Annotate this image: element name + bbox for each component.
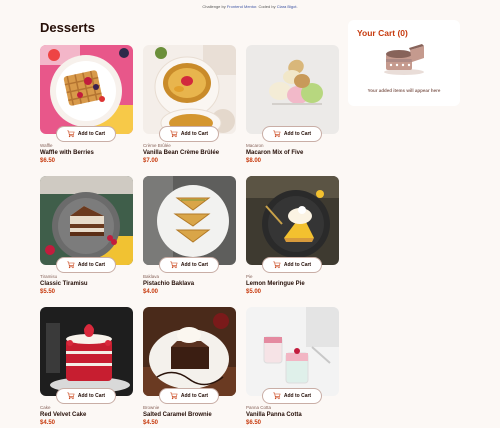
product-name: Vanilla Bean Crème Brûlée [143,150,220,156]
product-price: $7.00 [143,158,159,164]
product-category: Panna Cotta [246,405,272,410]
product-name: Salted Caramel Brownie [143,412,212,418]
cart-plus-icon [170,392,178,400]
product-image-macaron [246,45,339,134]
add-to-cart-label: Add to Cart [180,262,209,268]
add-to-cart-button[interactable]: Add to Cart [56,388,116,404]
product-card: Add to Cart Waffle Waffle with Berries $… [40,45,133,176]
product-card: Add to Cart Brownie Salted Caramel Brown… [143,307,236,428]
add-to-cart-button[interactable]: Add to Cart [262,126,322,142]
product-category: Crème Brûlée [143,143,171,148]
cart-plus-icon [273,392,281,400]
cart-plus-icon [67,261,75,269]
attribution: Challenge by Frontend Mentor. Coded by C… [0,4,500,9]
product-price: $6.50 [40,158,56,164]
product-image-creme-brulee [143,45,236,134]
product-card: Add to Cart Macaron Macaron Mix of Five … [246,45,339,176]
product-grid: Add to Cart Waffle Waffle with Berries $… [40,45,340,428]
product-card: Add to Cart Panna Cotta Vanilla Panna Co… [246,307,339,428]
add-to-cart-button[interactable]: Add to Cart [56,257,116,273]
add-to-cart-button[interactable]: Add to Cart [159,126,219,142]
product-image-baklava [143,176,236,265]
product-card: Add to Cart Baklava Pistachio Baklava $4… [143,176,236,307]
product-category: Waffle [40,143,53,148]
add-to-cart-button[interactable]: Add to Cart [159,388,219,404]
product-image-brownie [143,307,236,396]
product-card: Add to Cart Crème Brûlée Vanilla Bean Cr… [143,45,236,176]
product-price: $5.00 [246,289,262,295]
attribution-middle: . Coded by [256,4,276,9]
add-to-cart-label: Add to Cart [283,131,312,137]
cart-panel: Your Cart (0) Your added items will appe… [348,20,460,106]
product-category: Baklava [143,274,160,279]
cart-empty-message: Your added items will appear here [367,88,441,93]
product-name: Pistachio Baklava [143,281,195,287]
add-to-cart-button[interactable]: Add to Cart [56,126,116,142]
product-category: Tiramisu [40,274,58,279]
empty-cake-illustration [382,42,426,76]
product-name: Vanilla Panna Cotta [246,412,302,418]
product-name: Waffle with Berries [40,150,94,156]
product-image-tiramisu [40,176,133,265]
cart-plus-icon [273,261,281,269]
product-name: Classic Tiramisu [40,281,88,287]
add-to-cart-label: Add to Cart [77,262,106,268]
product-image-waffle [40,45,133,134]
attribution-prefix: Challenge by [202,4,226,9]
product-name: Macaron Mix of Five [246,150,304,156]
product-card: Add to Cart Tiramisu Classic Tiramisu $5… [40,176,133,307]
product-price: $6.50 [246,420,262,426]
add-to-cart-label: Add to Cart [283,393,312,399]
product-section: Desserts Add to Cart Waffle Waffle with … [40,20,340,428]
cart-plus-icon [170,130,178,138]
product-category: Brownie [143,405,160,410]
cart-plus-icon [67,392,75,400]
product-price: $4.00 [143,289,159,295]
cart-plus-icon [67,130,75,138]
product-image-panna-cotta [246,307,339,396]
author-link[interactable]: Clara Bigot [277,4,297,9]
add-to-cart-label: Add to Cart [283,262,312,268]
product-image-red-velvet [40,307,133,396]
add-to-cart-button[interactable]: Add to Cart [262,257,322,273]
product-price: $5.50 [40,289,56,295]
cart-plus-icon [170,261,178,269]
add-to-cart-label: Add to Cart [77,393,106,399]
cart-plus-icon [273,130,281,138]
page-title: Desserts [40,20,95,35]
add-to-cart-button[interactable]: Add to Cart [159,257,219,273]
product-category: Macaron [246,143,264,148]
product-category: Cake [40,405,51,410]
product-price: $4.50 [40,420,56,426]
product-price: $4.50 [143,420,159,426]
product-category: Pie [246,274,253,279]
attribution-suffix: . [296,4,298,9]
add-to-cart-button[interactable]: Add to Cart [262,388,322,404]
product-name: Red Velvet Cake [40,412,87,418]
cart-title: Your Cart (0) [357,28,408,38]
add-to-cart-label: Add to Cart [180,131,209,137]
add-to-cart-label: Add to Cart [180,393,209,399]
product-card: Add to Cart Pie Lemon Meringue Pie $5.00 [246,176,339,307]
product-card: Add to Cart Cake Red Velvet Cake $4.50 [40,307,133,428]
product-image-lemon-pie [246,176,339,265]
product-price: $8.00 [246,158,262,164]
product-name: Lemon Meringue Pie [246,281,305,287]
add-to-cart-label: Add to Cart [77,131,106,137]
frontend-mentor-link[interactable]: Frontend Mentor [227,4,256,9]
